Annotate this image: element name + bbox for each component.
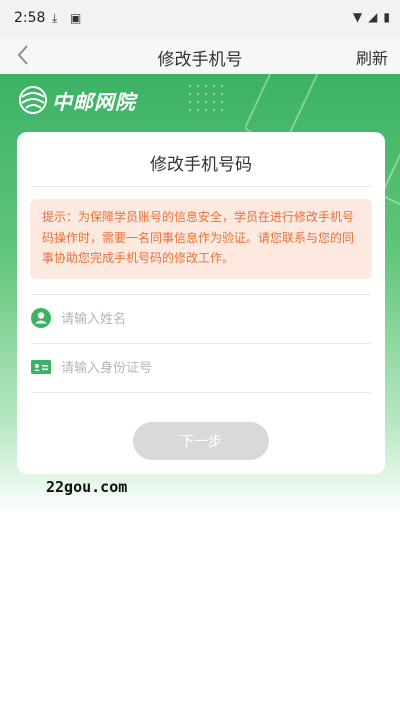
user-icon bbox=[31, 308, 51, 328]
refresh-button[interactable]: 刷新 bbox=[356, 45, 388, 69]
download-icon: ⤓ bbox=[52, 11, 58, 25]
status-time: 2:58 bbox=[14, 10, 46, 26]
watermark-text: 22gou.com bbox=[46, 478, 128, 496]
divider bbox=[31, 294, 371, 295]
logo-text: 中邮网院 bbox=[52, 89, 136, 114]
logo-globe-icon bbox=[19, 86, 47, 114]
divider bbox=[31, 392, 371, 393]
notification-icon: ▣ bbox=[70, 11, 82, 25]
status-bar: 2:58 ⤓ ▣ ▼ ◢ ▮ bbox=[0, 0, 400, 38]
next-step-button[interactable]: 下一步 bbox=[133, 422, 269, 460]
id-number-input[interactable] bbox=[59, 354, 363, 382]
divider bbox=[31, 343, 371, 344]
name-input[interactable] bbox=[59, 305, 363, 333]
battery-icon: ▮ bbox=[383, 10, 390, 24]
brand-logo: 中邮网院 bbox=[18, 85, 136, 115]
notice-box: 提示：为保障学员账号的信息安全，学员在进行修改手机号码操作时，需要一名同事信息作… bbox=[30, 199, 372, 279]
divider bbox=[31, 186, 371, 187]
id-field bbox=[31, 348, 371, 388]
form-card: 修改手机号码 提示：为保障学员账号的信息安全，学员在进行修改手机号码操作时，需要… bbox=[17, 132, 385, 474]
signal-icon: ◢ bbox=[368, 10, 378, 24]
id-card-icon bbox=[31, 360, 51, 374]
name-field bbox=[31, 299, 371, 339]
page-title: 修改手机号 bbox=[157, 50, 243, 70]
nav-bar: 修改手机号 刷新 bbox=[0, 38, 400, 74]
status-indicators: ▼ ◢ ▮ bbox=[353, 10, 390, 24]
decoration-dots bbox=[186, 82, 226, 112]
wifi-icon: ▼ bbox=[352, 10, 363, 24]
card-title: 修改手机号码 bbox=[150, 155, 252, 175]
